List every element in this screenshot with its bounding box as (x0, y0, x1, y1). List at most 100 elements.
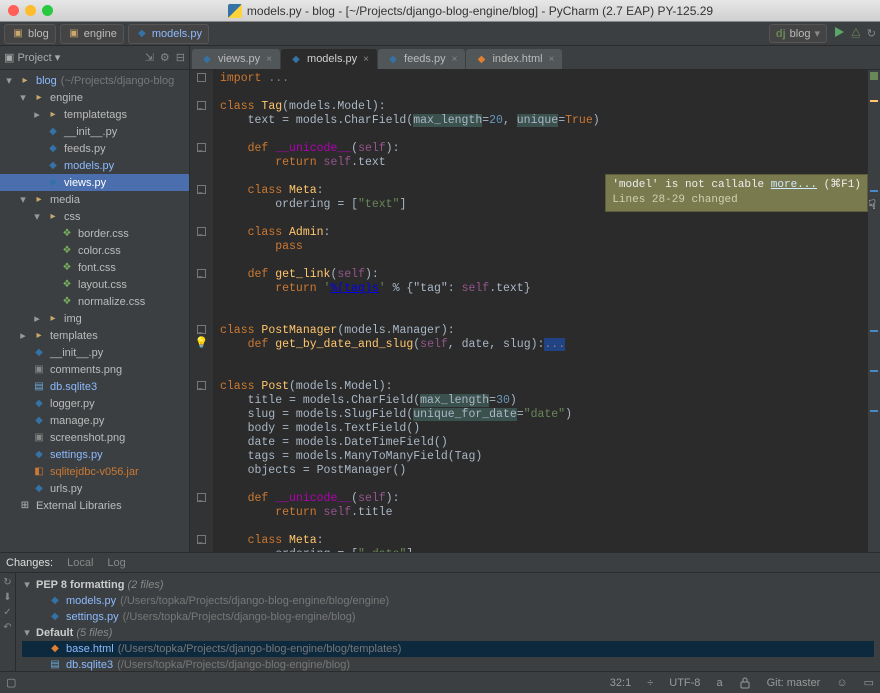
tree-arrow-icon[interactable]: ▾ (18, 193, 28, 206)
changes-tab[interactable]: Changes: (6, 557, 53, 569)
close-tab-icon[interactable]: × (266, 54, 272, 65)
gutter-row[interactable] (190, 112, 213, 126)
gutter-row[interactable] (190, 154, 213, 168)
changelist-group[interactable]: ▾PEP 8 formatting (2 files) (22, 577, 874, 593)
vcs-icon[interactable]: ⬇ (3, 592, 11, 603)
code-editor[interactable]: 💡 import ... class Tag(models.Model): te… (190, 70, 880, 552)
readonly-lock-icon[interactable] (739, 677, 751, 689)
tree-arrow-icon[interactable]: ▸ (32, 108, 42, 121)
gutter-row[interactable] (190, 504, 213, 518)
changed-file[interactable]: ◆settings.py (/Users/topka/Projects/djan… (22, 609, 874, 625)
breadcrumb-file[interactable]: ◆ models.py (128, 24, 209, 44)
gutter-row[interactable] (190, 434, 213, 448)
editor-tab[interactable]: ◆index.html× (466, 49, 562, 69)
gutter-row[interactable] (190, 392, 213, 406)
collapse-icon[interactable]: ⇲ (145, 51, 154, 64)
memory-indicator[interactable]: ▭ (864, 676, 874, 689)
gutter-row[interactable] (190, 532, 213, 546)
tree-folder[interactable]: ▾▸css (0, 208, 189, 225)
tree-file[interactable]: ◆logger.py (0, 395, 189, 412)
insert-mode-icon[interactable]: a (716, 677, 722, 689)
tree-file[interactable]: ◆__init__.py (0, 123, 189, 140)
gutter-row[interactable] (190, 280, 213, 294)
warning-mark[interactable] (870, 100, 878, 102)
project-tree[interactable]: ▾▸blog (~/Projects/django-blog▾▸engine▸▸… (0, 70, 189, 552)
zoom-window-button[interactable] (42, 5, 53, 16)
tree-file[interactable]: ◆manage.py (0, 412, 189, 429)
editor-scrollbar[interactable] (868, 70, 880, 552)
close-tab-icon[interactable]: × (452, 54, 458, 65)
tree-folder[interactable]: ▾▸engine (0, 89, 189, 106)
tree-file[interactable]: ❖color.css (0, 242, 189, 259)
fold-toggle-icon[interactable] (197, 325, 206, 334)
tree-file[interactable]: ◆__init__.py (0, 344, 189, 361)
local-tab[interactable]: Local (67, 557, 93, 569)
gutter-row[interactable] (190, 252, 213, 266)
tree-file[interactable]: ◆feeds.py (0, 140, 189, 157)
gutter-row[interactable] (190, 448, 213, 462)
gutter-row[interactable] (190, 406, 213, 420)
gutter-row[interactable] (190, 140, 213, 154)
hector-icon[interactable]: ☺ (836, 677, 847, 689)
tool-window-toggle-icon[interactable]: ▢ (6, 676, 16, 689)
gutter-row[interactable] (190, 462, 213, 476)
run-config-selector[interactable]: dj blog ▾ (769, 24, 827, 43)
gutter-row[interactable] (190, 308, 213, 322)
gutter-row[interactable] (190, 238, 213, 252)
gutter-row[interactable] (190, 196, 213, 210)
code-content[interactable]: import ... class Tag(models.Model): text… (214, 70, 868, 552)
fold-toggle-icon[interactable] (197, 535, 206, 544)
fold-toggle-icon[interactable] (197, 381, 206, 390)
tree-arrow-icon[interactable]: ▸ (32, 312, 42, 325)
changed-file[interactable]: ◆models.py (/Users/topka/Projects/django… (22, 593, 874, 609)
rollback-icon[interactable]: ↶ (3, 622, 11, 633)
tree-file[interactable]: ⊞External Libraries (0, 497, 189, 514)
tree-file[interactable]: ◆models.py (0, 157, 189, 174)
gutter-row[interactable]: 💡 (190, 336, 213, 350)
tree-file[interactable]: ◆urls.py (0, 480, 189, 497)
fold-toggle-icon[interactable] (197, 185, 206, 194)
fold-toggle-icon[interactable] (197, 101, 206, 110)
line-separator[interactable]: ÷ (647, 677, 653, 689)
gutter-row[interactable] (190, 322, 213, 336)
project-view-selector[interactable]: ▣ Project ▾ (4, 51, 60, 64)
gutter-row[interactable] (190, 350, 213, 364)
change-mark[interactable] (870, 190, 878, 192)
rerun-button[interactable]: ↻ (867, 27, 876, 40)
changed-file[interactable]: ◆base.html (/Users/topka/Projects/django… (22, 641, 874, 657)
tree-arrow-icon[interactable]: ▾ (4, 74, 14, 87)
gutter-row[interactable] (190, 364, 213, 378)
tree-file[interactable]: ◧sqlitejdbc-v056.jar (0, 463, 189, 480)
log-tab[interactable]: Log (107, 557, 125, 569)
fold-toggle-icon[interactable] (197, 143, 206, 152)
run-button[interactable] (833, 26, 845, 41)
tree-file[interactable]: ❖normalize.css (0, 293, 189, 310)
change-mark[interactable] (870, 410, 878, 412)
gutter-row[interactable] (190, 518, 213, 532)
tree-arrow-icon[interactable]: ▾ (32, 210, 42, 223)
gutter-row[interactable] (190, 266, 213, 280)
change-mark[interactable] (870, 370, 878, 372)
inspection-status-icon[interactable] (870, 72, 878, 80)
tree-file[interactable]: ❖layout.css (0, 276, 189, 293)
tree-folder[interactable]: ▾▸blog (~/Projects/django-blog (0, 72, 189, 89)
editor-tab[interactable]: ◆views.py× (192, 49, 280, 69)
changed-file[interactable]: ▤db.sqlite3 (/Users/topka/Projects/djang… (22, 657, 874, 671)
change-mark[interactable] (870, 330, 878, 332)
tree-folder[interactable]: ▸▸templatetags (0, 106, 189, 123)
fold-toggle-icon[interactable] (197, 227, 206, 236)
fold-toggle-icon[interactable] (197, 493, 206, 502)
tree-file[interactable]: ▣screenshot.png (0, 429, 189, 446)
breadcrumb-root[interactable]: ▣ blog (4, 24, 56, 44)
tree-file[interactable]: ▤db.sqlite3 (0, 378, 189, 395)
tree-folder[interactable]: ▸▸img (0, 310, 189, 327)
editor-gutter[interactable]: 💡 (190, 70, 214, 552)
intention-bulb-icon[interactable]: 💡 (195, 336, 209, 350)
tree-folder[interactable]: ▾▸media (0, 191, 189, 208)
tree-file[interactable]: ◆views.py (0, 174, 189, 191)
breadcrumb-folder[interactable]: ▣ engine (60, 24, 124, 44)
refresh-icon[interactable]: ↻ (3, 577, 11, 588)
gutter-row[interactable] (190, 182, 213, 196)
changes-tree[interactable]: ▾PEP 8 formatting (2 files)◆models.py (/… (16, 573, 880, 671)
gutter-row[interactable] (190, 476, 213, 490)
